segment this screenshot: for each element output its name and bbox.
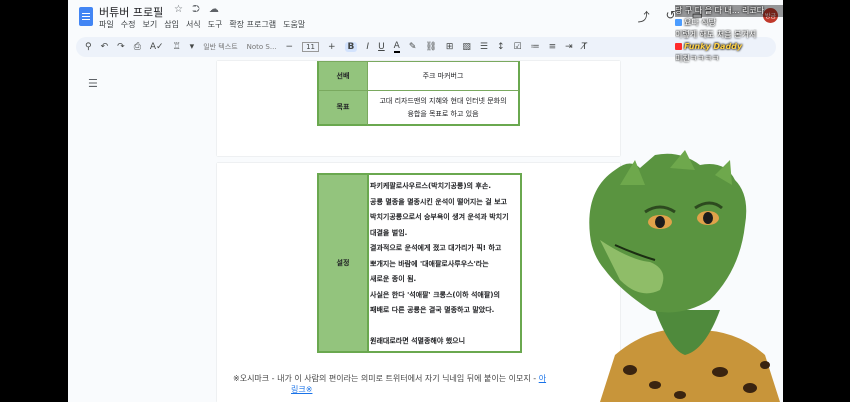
menu-bar: 파일 수정 보기 삽입 서식 도구 확장 프로그램 도움말	[99, 19, 305, 30]
chat-line: 이렇게 해도 처음 본거서	[675, 30, 757, 39]
description-line: 뽀개지는 바람에 '대애팔로사루우스'라는	[370, 259, 489, 268]
docs-logo-icon[interactable]	[79, 7, 93, 26]
page-1[interactable]: 선배 주크 마커버그 목표 고대 리자드맨의 지혜와 현대 인터넷 문화의 융합…	[217, 61, 620, 156]
youtube-icon	[675, 43, 682, 50]
menu-help[interactable]: 도움말	[283, 19, 305, 30]
checklist-icon[interactable]: ☑	[514, 42, 522, 52]
align-icon[interactable]: ☰	[480, 42, 488, 52]
bold-button[interactable]: B	[344, 42, 358, 52]
table-label-cell: 설정	[317, 173, 369, 353]
chat-line: 미친ㅋㅋㅋㅋ	[675, 54, 720, 63]
description-line: 새로운 종이 됨.	[370, 275, 417, 283]
paint-format-icon[interactable]: ♖	[173, 42, 181, 52]
stream-chat-overlay: 당 구 다 을 다 내... 리코다 요다 식당 이렇게 해도 처음 본거서 F…	[675, 5, 785, 65]
font-size-increase-button[interactable]: +	[328, 42, 336, 52]
menu-file[interactable]: 파일	[99, 19, 114, 30]
table-value-cell: 고대 리자드맨의 지혜와 현대 인터넷 문화의 융합을 목표로 하고 있음	[367, 90, 520, 126]
goal-line-2: 융합을 목표로 하고 있음	[407, 109, 479, 118]
footnote-text: ※오시마크 - 내가 이 사람의 편이라는 의미로 트위터에서 자기 닉네임 뒤…	[233, 374, 537, 383]
link-icon[interactable]: ⛓	[425, 42, 436, 52]
font-size-decrease-button[interactable]: −	[286, 42, 294, 52]
outline-icon[interactable]: ☰	[88, 77, 98, 90]
add-comment-icon[interactable]: ⊞	[446, 42, 454, 52]
chat-line: 요다 식당	[675, 17, 785, 29]
numbered-list-icon[interactable]: ≡	[549, 42, 557, 52]
goal-line-1: 고대 리자드맨의 지혜와 현대 인터넷 문화의	[379, 96, 507, 105]
redo-icon[interactable]: ↷	[117, 42, 125, 52]
table-label-cell: 목표	[317, 90, 368, 126]
menu-format[interactable]: 서식	[186, 19, 201, 30]
description-line: 원래대로라면 석멸종해야 했으니	[370, 337, 466, 345]
description-line: 대결을 벌임.	[370, 228, 408, 237]
font-select[interactable]: Noto S...	[247, 43, 277, 51]
highlight-icon[interactable]: ✎	[409, 42, 417, 52]
description-line: 결과적으로 운석에게 졌고 대가리가 픽! 하고	[370, 244, 502, 252]
underline-button[interactable]: U	[378, 42, 385, 52]
menu-extensions[interactable]: 확장 프로그램	[229, 19, 276, 30]
footnote-continued: 링크※	[291, 384, 312, 395]
platform-icon	[675, 19, 682, 26]
search-menus-icon[interactable]: ⚲	[85, 42, 92, 52]
menu-insert[interactable]: 삽입	[164, 19, 179, 30]
italic-button[interactable]: I	[366, 42, 369, 52]
footnote-link[interactable]: 아	[539, 374, 546, 383]
menu-tools[interactable]: 도구	[208, 19, 223, 30]
table-value-cell: 주크 마커버그	[367, 61, 520, 91]
document-title[interactable]: 버튜버 프로필	[99, 4, 163, 20]
line-spacing-icon[interactable]: ↕	[497, 42, 505, 52]
zoom-select[interactable]: ▾	[190, 42, 195, 52]
chat-line: 당 구 다 을 다 내... 리코다	[675, 5, 785, 17]
image-icon[interactable]: ▧	[462, 42, 471, 52]
text-color-button[interactable]: A	[393, 41, 400, 53]
font-size-input[interactable]: 11	[302, 42, 319, 52]
activity-icon[interactable]: ⤴	[638, 8, 650, 25]
vtuber-lizard-avatar	[589, 150, 780, 402]
description-line	[370, 319, 520, 335]
footnote-link-2[interactable]: 링크※	[291, 385, 312, 394]
description-line: 박치기공룡으로서 승부욕이 생겨 운석과 박치기	[370, 213, 509, 221]
description-line: 파키케팔로사우르스(박치기공룡)의 후손.	[370, 182, 491, 190]
description-line: 사실은 한다 '석애팔' 크롱스(이하 석애팔)의	[370, 290, 500, 299]
bullet-list-icon[interactable]: ≔	[531, 42, 540, 52]
print-icon[interactable]: ⎙	[134, 42, 141, 52]
menu-edit[interactable]: 수정	[121, 19, 136, 30]
undo-icon[interactable]: ↶	[101, 42, 109, 52]
clear-format-icon[interactable]: T̸	[582, 42, 588, 52]
description-line: 패배로 다른 공룡은 결국 멸종하고 말았다.	[370, 306, 495, 314]
description-text[interactable]: 파키케팔로사우르스(박치기공룡)의 후손. 공룡 멸종을 멸종시킨 운석이 떨어…	[370, 179, 520, 350]
description-line: 공룡 멸종을 멸종시킨 운석이 떨어지는 걸 보고	[370, 197, 507, 206]
indent-icon[interactable]: ⇥	[565, 42, 573, 52]
star-move-cloud-icons[interactable]: ☆ ⮊ ☁	[174, 4, 222, 15]
footnote: ※오시마크 - 내가 이 사람의 편이라는 의미로 트위터에서 자기 닉네임 뒤…	[233, 373, 546, 384]
style-select[interactable]: 일반 텍스트	[203, 42, 237, 52]
table-label-cell: 선배	[317, 61, 368, 91]
chat-line: Funky Daddy	[675, 41, 785, 53]
formatting-toolbar: ⚲ ↶ ↷ ⎙ A✓ ♖ ▾ 일반 텍스트 Noto S... − 11 + B…	[76, 37, 776, 57]
menu-view[interactable]: 보기	[142, 19, 157, 30]
spellcheck-icon[interactable]: A✓	[150, 42, 164, 52]
